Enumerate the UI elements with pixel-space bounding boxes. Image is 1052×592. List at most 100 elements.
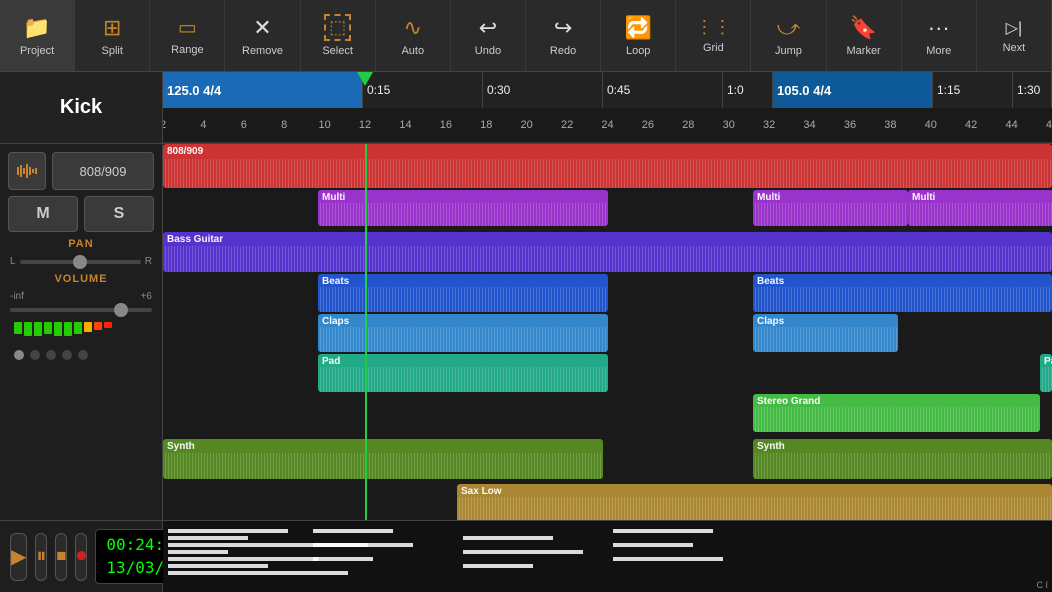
clip-pad1[interactable]: Pad <box>318 354 608 392</box>
project-button[interactable]: 📁 Project <box>0 0 75 71</box>
select-button[interactable]: ⬚ Select <box>301 0 376 71</box>
vol-min: -inf <box>10 291 24 302</box>
track-name: Kick <box>60 96 102 119</box>
clip-waveform <box>753 407 1040 432</box>
tracks-area[interactable]: 808/909MultiMultiMultiBass GuitarBeatsBe… <box>163 144 1052 520</box>
split-label: Split <box>102 45 123 57</box>
clip-stereo[interactable]: Stereo Grand <box>753 394 1040 432</box>
auto-button[interactable]: ∿ Auto <box>376 0 451 71</box>
clip-synth2[interactable]: Synth <box>753 439 1052 479</box>
next-label: Next <box>1003 42 1026 54</box>
grid-icon: ⋮⋮ <box>695 17 731 38</box>
clip-beats1[interactable]: Beats <box>318 274 608 312</box>
mini-note-5 <box>168 564 268 568</box>
more-label: More <box>926 45 951 57</box>
ruler-num-12: 12 <box>359 119 371 131</box>
jump-label: Jump <box>775 45 802 57</box>
clip-multi2[interactable]: Multi <box>753 190 908 226</box>
ruler-seg-left: 125.0 4/4 <box>163 72 363 108</box>
volume-slider-track[interactable] <box>10 308 152 312</box>
meter-bar-0 <box>14 322 22 334</box>
dot-3[interactable] <box>46 350 56 360</box>
pan-slider-track[interactable] <box>20 260 141 264</box>
mini-note-12 <box>463 564 533 568</box>
meter-bar-1 <box>24 322 32 336</box>
mini-note-0 <box>168 529 288 533</box>
more-button[interactable]: ··· More <box>902 0 977 71</box>
volume-range-row: -inf +6 <box>8 291 154 302</box>
clip-kick808[interactable]: 808/909 <box>163 144 1052 188</box>
ruler-top: 125.0 4/4 0:15 0:30 0:45 1:0 <box>163 72 1052 108</box>
clip-beats2[interactable]: Beats <box>753 274 1052 312</box>
solo-button[interactable]: S <box>84 196 154 232</box>
clip-waveform <box>753 203 908 226</box>
clip-pad2[interactable]: Pad <box>1040 354 1052 392</box>
loop-icon: 🔁 <box>624 15 651 41</box>
clip-waveform <box>318 367 608 392</box>
clip-synth1[interactable]: Synth <box>163 439 603 479</box>
marker-icon: 🔖 <box>850 15 877 41</box>
ruler-num-40: 40 <box>925 119 937 131</box>
waveform-button[interactable] <box>8 152 46 190</box>
select-icon: ⬚ <box>324 14 351 41</box>
remove-button[interactable]: ✕ Remove <box>225 0 300 71</box>
clip-bassguitar[interactable]: Bass Guitar <box>163 232 1052 272</box>
dot-4[interactable] <box>62 350 72 360</box>
play-button[interactable]: ▶ <box>10 533 27 581</box>
ruler-num-38: 38 <box>884 119 896 131</box>
dot-5[interactable] <box>78 350 88 360</box>
pause-button[interactable]: ⏸ <box>35 533 47 581</box>
record-button[interactable]: ⏺ <box>75 533 87 581</box>
meter-area <box>8 318 154 340</box>
clip-multi1[interactable]: Multi <box>318 190 608 226</box>
waveform-icon <box>16 163 38 179</box>
undo-label: Undo <box>475 45 501 57</box>
clip-waveform <box>318 287 608 312</box>
volume-slider-thumb[interactable] <box>114 303 128 317</box>
clip-saxlow[interactable]: Sax Low <box>457 484 1052 520</box>
marker-button[interactable]: 🔖 Marker <box>827 0 902 71</box>
remove-label: Remove <box>242 45 283 57</box>
ruler-num-20: 20 <box>521 119 533 131</box>
ruler-area: 125.0 4/4 0:15 0:30 0:45 1:0 <box>163 72 1052 144</box>
stop-button[interactable]: ⏹ <box>55 533 67 581</box>
playhead-line <box>365 144 367 520</box>
clip-waveform <box>163 159 1052 188</box>
ruler-num-46: 46 <box>1046 119 1052 131</box>
range-button[interactable]: ▭ Range <box>150 0 225 71</box>
mini-view: C I <box>163 520 1052 592</box>
loop-label: Loop <box>626 45 650 57</box>
clip-waveform <box>753 453 1052 479</box>
next-icon: ▷| <box>1006 18 1022 38</box>
next-button[interactable]: ▷| Next <box>977 0 1052 71</box>
marker-label: Marker <box>847 45 881 57</box>
ruler-num-14: 14 <box>399 119 411 131</box>
mute-button[interactable]: M <box>8 196 78 232</box>
meter-bars <box>14 322 148 336</box>
redo-label: Redo <box>550 45 576 57</box>
mini-note-4 <box>168 557 318 561</box>
clip-claps1[interactable]: Claps <box>318 314 608 352</box>
meter-bar-2 <box>34 322 42 336</box>
pan-slider-thumb[interactable] <box>73 255 87 269</box>
dot-2[interactable] <box>30 350 40 360</box>
ruler-num-22: 22 <box>561 119 573 131</box>
loop-button[interactable]: 🔁 Loop <box>601 0 676 71</box>
auto-icon: ∿ <box>404 15 422 41</box>
undo-button[interactable]: ↩ Undo <box>451 0 526 71</box>
clip-multi3[interactable]: Multi <box>908 190 1052 226</box>
ruler-num-26: 26 <box>642 119 654 131</box>
clip-claps2[interactable]: Claps <box>753 314 898 352</box>
dot-1[interactable] <box>14 350 24 360</box>
ruler-num-18: 18 <box>480 119 492 131</box>
ms-row: M S <box>8 196 154 232</box>
redo-button[interactable]: ↪ Redo <box>526 0 601 71</box>
tracks-canvas: 808/909MultiMultiMultiBass GuitarBeatsBe… <box>163 144 1052 520</box>
split-button[interactable]: ⊞ Split <box>75 0 150 71</box>
vol-max: +6 <box>141 291 152 302</box>
mini-note-11 <box>463 550 583 554</box>
jump-button[interactable]: ⤻ Jump <box>751 0 826 71</box>
pan-left-label: L <box>10 256 16 267</box>
left-panel: Kick 808/909 <box>0 72 163 592</box>
grid-button[interactable]: ⋮⋮ Grid <box>676 0 751 71</box>
